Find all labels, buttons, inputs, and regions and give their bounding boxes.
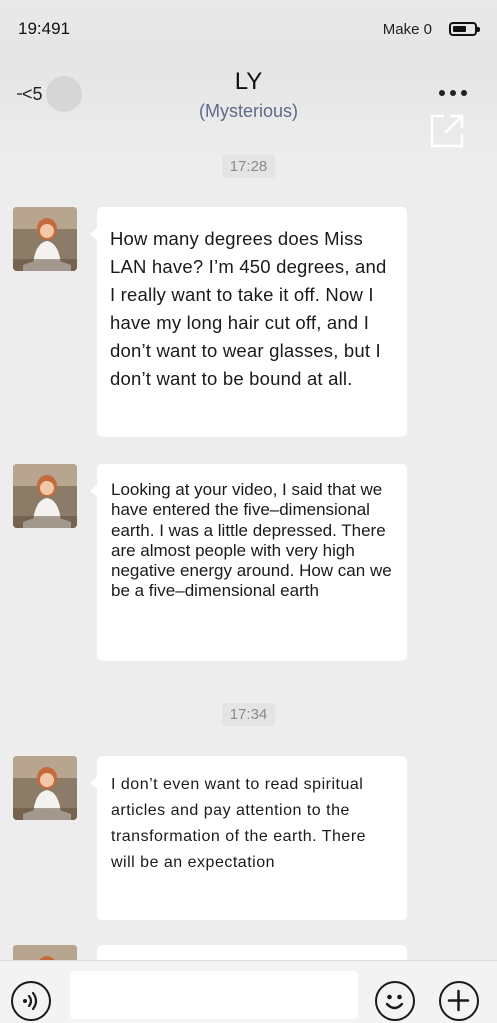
message-text: Looking at your video, I said that we ha… xyxy=(111,480,392,601)
voice-button[interactable] xyxy=(11,981,51,1021)
timestamp-label: 17:28 xyxy=(221,155,276,178)
more-options-button[interactable] xyxy=(437,82,469,102)
more-dot-icon xyxy=(450,90,456,96)
avatar[interactable] xyxy=(13,945,77,960)
girl-avatar-icon xyxy=(13,945,77,960)
girl-avatar-icon xyxy=(13,207,77,271)
more-dot-icon xyxy=(439,90,445,96)
share-button[interactable] xyxy=(430,114,464,148)
voice-icon xyxy=(23,991,38,1011)
share-icon xyxy=(430,114,464,148)
message-bubble[interactable]: How many degrees does Miss LAN have? I’m… xyxy=(90,207,407,437)
emoji-button[interactable] xyxy=(375,981,415,1021)
timestamp: 17:34 xyxy=(0,703,497,726)
message-list[interactable]: 17:28 How many degrees does Miss LAN hav… xyxy=(0,155,497,960)
message-bubble[interactable] xyxy=(97,945,407,960)
status-carrier: Make 0 xyxy=(382,21,432,38)
more-dot-icon xyxy=(461,90,467,96)
status-bar: 19:491 Make 0 xyxy=(0,0,497,60)
chat-title: LY xyxy=(234,68,263,95)
avatar[interactable] xyxy=(13,464,77,528)
avatar[interactable] xyxy=(13,207,77,271)
message-bubble[interactable]: Looking at your video, I said that we ha… xyxy=(90,464,407,661)
battery-icon xyxy=(449,22,480,36)
girl-avatar-icon xyxy=(13,756,77,820)
girl-avatar-icon xyxy=(13,464,77,528)
message-input[interactable] xyxy=(70,971,358,1019)
chat-subtitle: (Mysterious) xyxy=(198,101,298,121)
avatar[interactable] xyxy=(13,756,77,820)
emoji-icon xyxy=(385,994,404,1010)
timestamp: 17:28 xyxy=(0,155,497,178)
status-time: 19:491 xyxy=(18,19,70,38)
plus-icon xyxy=(447,989,470,1012)
message-text: I don’t even want to read spiritual arti… xyxy=(111,776,367,871)
input-bar xyxy=(0,960,497,1023)
timestamp-label: 17:34 xyxy=(221,703,276,726)
chat-header: <5 LY (Mysterious) xyxy=(0,60,497,155)
message-bubble[interactable]: I don’t even want to read spiritual arti… xyxy=(90,756,407,920)
message-text: How many degrees does Miss LAN have? I’m… xyxy=(110,228,387,389)
plus-button[interactable] xyxy=(439,981,479,1021)
